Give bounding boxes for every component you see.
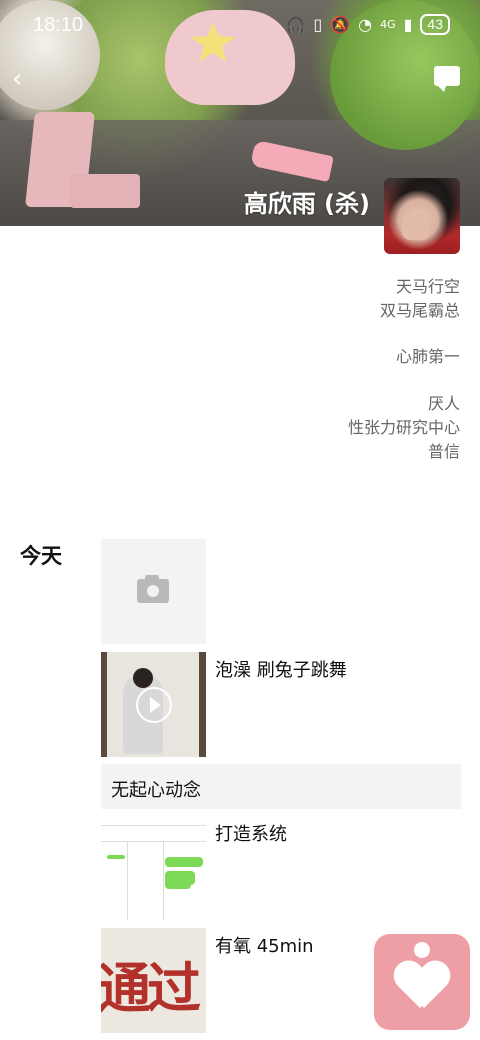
signature-group-3: 厌人 性张力研究中心 普信 (348, 392, 460, 464)
thumb-line (163, 841, 164, 920)
signature-line: 天马行空 (395, 277, 460, 296)
status-icons: 🎧 ▯ 🔕 ◔ 4G ▮ 43 (285, 14, 450, 35)
status-time: 18:10 (33, 14, 84, 36)
signature-group-1: 天马行空 双马尾霸总 (380, 275, 460, 323)
day-label: 今天 (20, 544, 62, 568)
status-bar: 18:10 🎧 ▯ 🔕 ◔ 4G ▮ 43 (0, 0, 480, 52)
thumbnail-stamp-graphic: 通过 (101, 956, 201, 1020)
thumb-line (101, 841, 206, 842)
thumb-line (127, 841, 128, 920)
thumb-green-bar (165, 879, 191, 889)
post-thumbnail-stamp[interactable]: 通过 (101, 928, 206, 1033)
signature-group-2: 心肺第一 (396, 345, 460, 369)
avatar[interactable] (384, 178, 460, 254)
text-post[interactable]: 无起心动念 (101, 764, 461, 809)
thumb-green-bar (165, 857, 203, 867)
post-caption[interactable]: 泡澡 刷兔子跳舞 (215, 656, 347, 682)
comment-icon[interactable] (434, 66, 460, 92)
signature-line: 性张力研究中心 (347, 418, 460, 437)
play-icon (136, 687, 172, 723)
heart-icon (394, 962, 450, 1014)
signature-line: 普信 (427, 442, 460, 461)
thumb-line (101, 825, 206, 826)
post-thumbnail-video[interactable] (101, 652, 206, 757)
fab-dot (414, 942, 430, 958)
signature-line: 厌人 (427, 394, 460, 413)
post-caption[interactable]: 打造系统 (215, 820, 287, 846)
thumb-green-bar (107, 855, 125, 859)
signal-icon: ▮ (403, 15, 413, 34)
post-caption[interactable]: 有氧 45min (215, 932, 314, 958)
wifi-icon: ◔ (358, 15, 373, 34)
new-post-button[interactable] (101, 539, 206, 644)
battery-indicator: 43 (420, 14, 450, 35)
headphones-icon: 🎧 (285, 15, 306, 34)
camera-icon (137, 575, 169, 603)
heart-button[interactable] (374, 934, 470, 1030)
mute-icon: 🔕 (330, 15, 351, 34)
signature-line: 双马尾霸总 (379, 301, 460, 320)
post-caption: 无起心动念 (111, 780, 201, 801)
signature-line: 心肺第一 (395, 347, 460, 366)
network-label: 4G (380, 18, 396, 31)
back-icon[interactable]: ‹ (12, 64, 22, 94)
cover-toy-gun (25, 112, 140, 208)
post-thumbnail-screenshot[interactable] (101, 815, 206, 920)
battery-saver-icon: ▯ (313, 15, 323, 34)
profile-username: 高欣雨 (杀) (243, 190, 370, 218)
